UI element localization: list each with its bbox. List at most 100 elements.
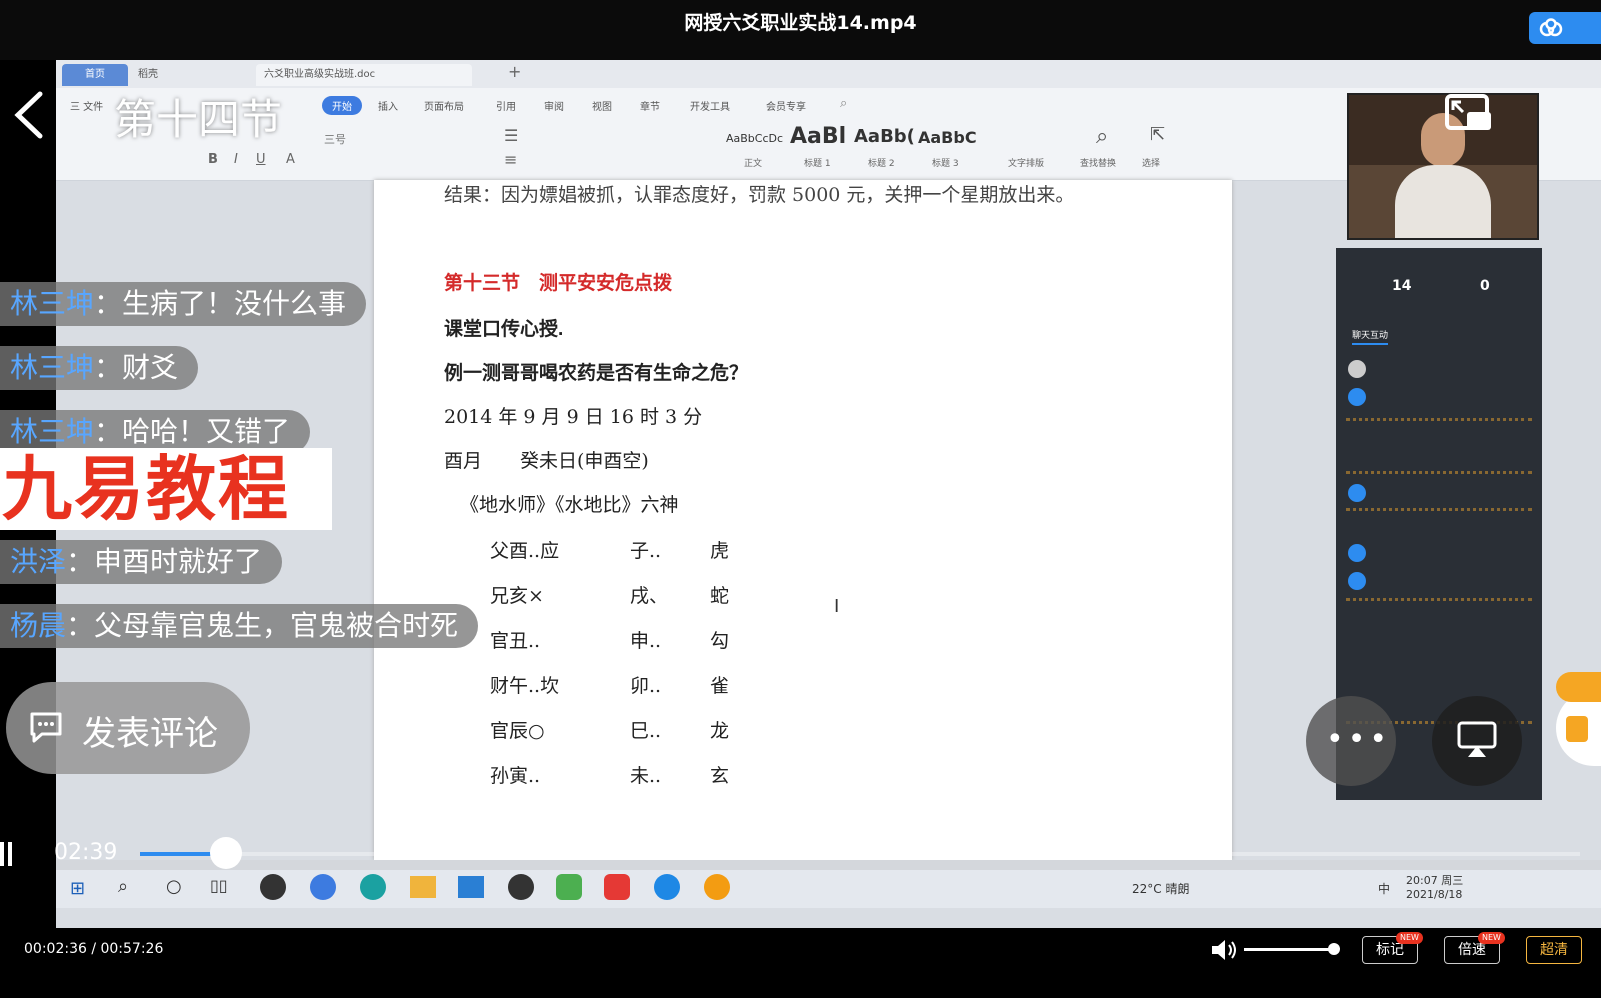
avatar: [1348, 484, 1366, 502]
danmu-text: 生病了！没什么事: [122, 287, 347, 320]
menu-developer[interactable]: 开发工具: [690, 98, 730, 113]
example-question: 例一测哥哥喝农药是否有生命之危？: [444, 362, 749, 384]
danmu-item: 杨晨：父母靠官鬼生，官鬼被合时死: [0, 604, 479, 648]
progress-handle[interactable]: [210, 837, 242, 869]
gua-row-1-line: 父酉..应: [490, 540, 560, 562]
text-layout-label[interactable]: 文字排版: [1008, 156, 1044, 169]
folder-icon[interactable]: [410, 876, 436, 898]
cortana-icon[interactable]: ○: [166, 876, 182, 897]
gua-row-5-change: 巳..: [630, 720, 662, 742]
font-size-select[interactable]: 三号: [324, 131, 346, 147]
ie-icon[interactable]: [310, 874, 336, 900]
gua-row-6-change: 未..: [630, 765, 662, 787]
cloud-button[interactable]: [1529, 12, 1601, 44]
quality-button[interactable]: 超清: [1526, 936, 1582, 964]
pause-icon[interactable]: [0, 840, 12, 868]
bold-icon[interactable]: B: [208, 152, 218, 167]
stat-count-1: 14: [1392, 278, 1412, 294]
xbox-icon[interactable]: [508, 874, 534, 900]
new-badge: NEW: [1478, 932, 1505, 944]
month-day-line: 酉月 癸未日(申酉空): [444, 450, 649, 472]
app-green-icon[interactable]: [556, 874, 582, 900]
menu-layout[interactable]: 页面布局: [424, 98, 464, 113]
volume-slider[interactable]: [1244, 948, 1336, 951]
gua-row-5-line: 官辰○: [490, 720, 545, 742]
exit-pip-icon[interactable]: [1443, 92, 1495, 136]
store-icon[interactable]: [458, 876, 484, 898]
menu-reference[interactable]: 引用: [496, 98, 516, 113]
gua-row-6-line: 孙寅..: [490, 765, 541, 787]
tab-docer[interactable]: 稻壳: [130, 64, 166, 86]
style-h3-sample[interactable]: AaBbC: [918, 128, 977, 147]
airplay-button[interactable]: [1432, 696, 1522, 786]
volume-icon[interactable]: [1210, 938, 1238, 962]
menu-insert[interactable]: 插入: [378, 98, 398, 113]
danmu-text: 财爻: [122, 351, 179, 384]
tab-home[interactable]: 首页: [62, 64, 128, 86]
stat-count-2: 0: [1480, 278, 1490, 294]
post-comment-label: 发表评论: [82, 714, 218, 754]
menu-file[interactable]: 三 文件: [70, 98, 103, 113]
progress-track[interactable]: [140, 852, 1580, 856]
more-button[interactable]: •••: [1306, 696, 1396, 786]
gua-row-4-change: 卯..: [630, 675, 662, 697]
chat-message-block: [1346, 418, 1532, 474]
style-h1-sample[interactable]: AaBl: [790, 124, 846, 149]
danmu-text: 申酉时就好了: [94, 545, 263, 578]
align-icon[interactable]: ≡: [504, 150, 517, 169]
list-icon[interactable]: ☰: [504, 126, 518, 145]
tab-chat[interactable]: 聊天互动: [1352, 328, 1389, 345]
teacher-body: [1395, 165, 1491, 238]
comment-icon: [30, 712, 62, 743]
document-page[interactable]: 结果：因为嫖娼被抓，认罪态度好，罚款 5000 元，关押一个星期放出来。 第十三…: [374, 180, 1232, 860]
menu-review[interactable]: 审阅: [544, 98, 564, 113]
new-tab-icon[interactable]: +: [508, 62, 521, 81]
font-color-icon[interactable]: A: [286, 152, 295, 167]
app-orange-icon[interactable]: [704, 874, 730, 900]
wps-tab-bar: 首页 稻壳 六爻职业高级实战班.doc +: [56, 60, 1601, 88]
windows-start-icon[interactable]: ⊞: [70, 878, 85, 899]
danmu-item: 林三坤：生病了！没什么事: [0, 282, 367, 326]
danmu-text: 父母靠官鬼生，官鬼被合时死: [94, 609, 459, 642]
gua-row-2-spirit: 蛇: [710, 585, 730, 607]
menu-chapter[interactable]: 章节: [640, 98, 660, 113]
gua-row-4-line: 财午..坎: [490, 675, 560, 697]
danmu-user: 林三坤: [10, 351, 95, 384]
app-blue-icon[interactable]: [654, 874, 680, 900]
gua-row-3-change: 申..: [630, 630, 662, 652]
search-icon[interactable]: ⌕: [840, 96, 847, 111]
windows-taskbar: ⊞ ⌕ ○ ▯▯ 22°C 晴朗 中 20:07 周三 2021/8/18: [56, 870, 1601, 908]
find-icon[interactable]: ⌕: [1096, 124, 1108, 149]
menu-start[interactable]: 开始: [322, 96, 362, 115]
style-h2-label: 标题 2: [868, 159, 895, 169]
edge-icon[interactable]: [360, 874, 386, 900]
wps-icon[interactable]: [604, 874, 630, 900]
task-view-icon[interactable]: ▯▯: [210, 876, 228, 895]
style-h2-sample[interactable]: AaBb(: [854, 126, 915, 147]
video-title: 网授六爻职业实战14.mp4: [684, 12, 917, 34]
cursor-icon[interactable]: ⇱: [1150, 124, 1165, 145]
italic-icon[interactable]: I: [234, 152, 238, 167]
danmu-user: 林三坤: [10, 287, 95, 320]
select-label[interactable]: 选择: [1142, 156, 1160, 169]
danmu-item: 林三坤：财爻: [0, 346, 199, 390]
style-normal-sample[interactable]: AaBbCcDc: [726, 132, 783, 145]
gua-row-1-spirit: 虎: [710, 540, 730, 562]
gua-row-3-spirit: 勾: [710, 630, 730, 652]
menu-member[interactable]: 会员专享: [766, 98, 806, 113]
prev-result-line: 结果：因为嫖娼被抓，认罪态度好，罚款 5000 元，关押一个星期放出来。: [444, 184, 1075, 206]
find-replace-label[interactable]: 查找替换: [1080, 156, 1116, 169]
airplay-icon: [1457, 721, 1497, 757]
clock-date: 2021/8/18: [1406, 888, 1463, 901]
taskbar-search-icon[interactable]: ⌕: [118, 876, 128, 897]
lesson-title: 第十四节: [114, 95, 283, 144]
underline-icon[interactable]: U: [256, 152, 266, 167]
back-arrow-icon[interactable]: [10, 90, 50, 140]
app-icon[interactable]: [260, 874, 286, 900]
post-comment-button[interactable]: 发表评论: [6, 682, 250, 774]
tab-document[interactable]: 六爻职业高级实战班.doc: [256, 64, 472, 86]
gua-row-6-spirit: 玄: [710, 765, 730, 787]
volume-handle[interactable]: [1328, 943, 1340, 955]
section-subtitle: 课堂口传心授.: [444, 319, 564, 340]
menu-view[interactable]: 视图: [592, 98, 612, 113]
